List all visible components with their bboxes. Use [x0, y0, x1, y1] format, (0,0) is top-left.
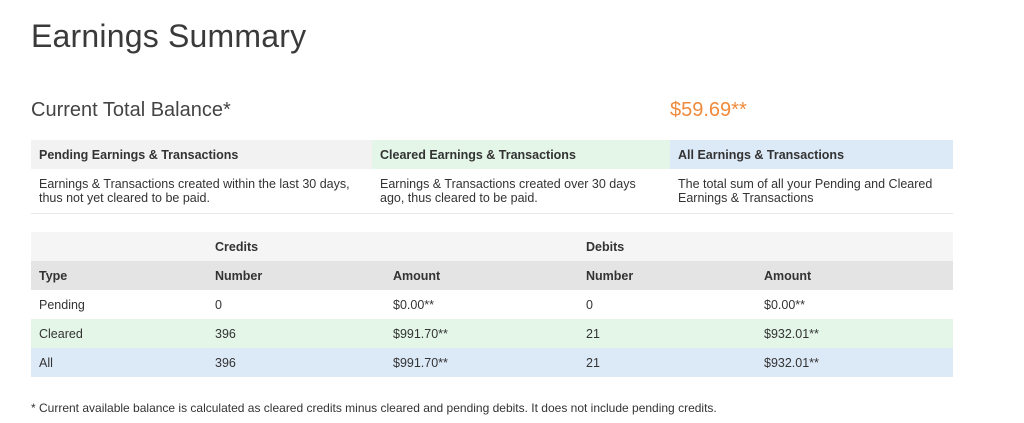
cell-type: Cleared [31, 319, 207, 348]
cell-credit-number: 0 [215, 297, 222, 312]
cell-credit-number: 396 [207, 319, 385, 348]
legend-header-cleared: Cleared Earnings & Transactions [372, 140, 670, 169]
group-credits: Credits [207, 232, 578, 261]
page-title: Earnings Summary [31, 18, 307, 54]
cell-credit-amount: $0.00** [393, 297, 435, 312]
group-spacer [31, 232, 207, 261]
column-header-credit-number: Number [207, 261, 385, 290]
cell-credit-amount: $991.70** [385, 348, 578, 377]
table-row: All 396 $991.70** 21 $932.01** [31, 348, 953, 377]
legend-header-pending: Pending Earnings & Transactions [31, 140, 372, 169]
footnote: * Current available balance is calculate… [31, 401, 717, 415]
earnings-table: Credits Debits Type Number Amount Number… [31, 232, 953, 377]
group-debits: Debits [578, 232, 953, 261]
earnings-legend: Pending Earnings & Transactions Cleared … [31, 140, 953, 214]
legend-desc-pending: Earnings & Transactions created within t… [31, 169, 372, 214]
cell-debit-amount: $932.01** [756, 348, 953, 377]
legend-desc-cleared: Earnings & Transactions created over 30 … [372, 169, 670, 214]
cell-debit-amount: $932.01** [756, 319, 953, 348]
cell-type: All [31, 348, 207, 377]
legend-desc-all: The total sum of all your Pending and Cl… [670, 169, 953, 214]
balance-label: Current Total Balance* [31, 99, 231, 121]
cell-credit-amount: $991.70** [385, 319, 578, 348]
column-header-debit-amount: Amount [756, 261, 953, 290]
column-header-debit-number: Number [578, 261, 756, 290]
balance-value: $59.69** [670, 99, 747, 121]
cell-debit-number: 21 [578, 319, 756, 348]
cell-debit-amount: $0.00** [764, 297, 806, 312]
cell-type: Pending [39, 297, 85, 312]
column-header-type: Type [31, 261, 207, 290]
table-row: Cleared 396 $991.70** 21 $932.01** [31, 319, 953, 348]
cell-debit-number: 21 [578, 348, 756, 377]
cell-credit-number: 396 [207, 348, 385, 377]
legend-header-all: All Earnings & Transactions [670, 140, 953, 169]
cell-debit-number: 0 [586, 297, 593, 312]
column-header-credit-amount: Amount [385, 261, 578, 290]
table-row: Pending 0 $0.00** 0 $0.00** [31, 290, 953, 319]
